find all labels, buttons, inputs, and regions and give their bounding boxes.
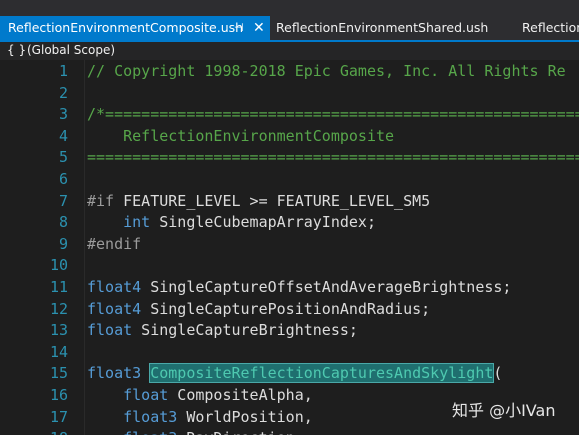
line-number: 14 xyxy=(49,342,68,361)
watermark-text: 知乎 @小IVan xyxy=(452,401,556,420)
highlighted-identifier: CompositeReflectionCapturesAndSkylight xyxy=(149,363,495,384)
code-token: SingleCapturePositionAndRadius; xyxy=(141,299,431,318)
code-line[interactable]: 15 float3 CompositeReflectionCapturesAndS… xyxy=(0,363,579,385)
code-text[interactable]: // Copyright 1998-2018 Epic Games, Inc. … xyxy=(87,61,566,83)
line-number: 9 xyxy=(58,234,68,253)
code-token: float4 xyxy=(87,278,142,296)
line-number: 4 xyxy=(58,126,68,145)
code-text[interactable]: float3 WorldPosition, xyxy=(87,407,313,429)
code-line[interactable]: 10 xyxy=(0,255,579,277)
code-token: int xyxy=(123,213,151,232)
line-number: 2 xyxy=(58,83,68,102)
code-token: FEATURE_LEVEL >= FEATURE_LEVEL_SM5 xyxy=(114,191,431,210)
code-token: float4 xyxy=(87,299,142,318)
code-text[interactable]: ReflectionEnvironmentComposite xyxy=(87,126,394,148)
code-token: SingleCaptureOffsetAndAverageBrightness; xyxy=(141,278,512,296)
pin-icon[interactable]: ⊣ xyxy=(234,16,244,40)
code-editor[interactable]: 1 // Copyright 1998-2018 Epic Games, Inc.… xyxy=(0,60,579,435)
code-text[interactable]: #if FEATURE_LEVEL >= FEATURE_LEVEL_SM5 xyxy=(87,191,430,213)
code-text[interactable]: float3 CompositeReflectionCapturesAndSky… xyxy=(87,363,502,385)
line-number: 6 xyxy=(58,170,68,188)
code-line[interactable]: 5 =======================================… xyxy=(0,147,579,169)
code-token: SingleCubemapArrayIndex; xyxy=(150,213,376,232)
scope-navigation-bar[interactable]: { } (Global Scope) xyxy=(0,42,579,60)
code-line[interactable]: 12 float4 SingleCapturePositionAndRadius; xyxy=(0,299,579,321)
code-token: ( xyxy=(493,364,503,383)
line-number: 3 xyxy=(58,105,68,124)
tab-label: ReflectionEnvironmentComposite.ush xyxy=(8,20,244,35)
code-text[interactable]: ========================================… xyxy=(87,147,579,169)
line-number: 5 xyxy=(58,148,68,167)
code-line[interactable]: 18 float3 RayDirection, xyxy=(0,428,579,435)
code-text[interactable]: float3 RayDirection, xyxy=(87,428,304,435)
code-text[interactable]: float SingleCaptureBrightness; xyxy=(87,320,358,342)
code-token: // Copyright 1998-2018 Epic Games, Inc. … xyxy=(87,62,566,80)
code-line[interactable]: 6 xyxy=(0,169,579,191)
line-number: 8 xyxy=(58,213,68,232)
tab-reflection-environment-shared[interactable]: ReflectionEnvironmentShared.ush xyxy=(276,16,488,40)
line-number: 7 xyxy=(58,191,68,210)
code-text[interactable]: #endif xyxy=(87,234,141,256)
code-text[interactable]: float4 SingleCapturePositionAndRadius; xyxy=(87,299,430,321)
scope-dropdown-label[interactable]: (Global Scope) xyxy=(27,42,115,59)
line-number: 12 xyxy=(49,299,68,318)
line-number: 1 xyxy=(58,62,68,80)
scope-braces-icon: { } xyxy=(7,43,27,57)
line-number: 13 xyxy=(49,321,68,340)
code-token: #if xyxy=(87,191,115,210)
code-token: float3 xyxy=(87,364,142,383)
code-token: #endif xyxy=(87,234,142,253)
code-line[interactable]: 8 int SingleCubemapArrayIndex; xyxy=(0,212,579,234)
code-line[interactable]: 14 xyxy=(0,342,579,364)
line-number: 10 xyxy=(49,256,68,275)
tab-reflection-environment-composite[interactable]: ReflectionEnvironmentComposite.ush ⊣ ✕ xyxy=(0,16,270,40)
line-number: 18 xyxy=(0,428,68,435)
code-text[interactable]: float4 SingleCaptureOffsetAndAverageBrig… xyxy=(87,277,511,299)
line-number: 17 xyxy=(49,407,68,426)
line-number: 16 xyxy=(49,386,68,404)
code-text[interactable]: float CompositeAlpha, xyxy=(87,385,313,407)
code-line[interactable]: 4 ReflectionEnvironmentComposite xyxy=(0,126,579,148)
code-token: float3 xyxy=(123,429,177,435)
code-token: float xyxy=(123,386,169,404)
code-token: ReflectionEnvironmentComposite xyxy=(87,126,395,145)
code-line[interactable]: 2 xyxy=(0,83,579,105)
code-token: ========================================… xyxy=(87,148,579,167)
code-token: CompositeAlpha, xyxy=(168,386,313,404)
code-line[interactable]: 9 #endif xyxy=(0,234,579,256)
code-token: RayDirection, xyxy=(177,429,303,435)
tab-label: Reflection xyxy=(522,20,579,35)
close-icon[interactable]: ✕ xyxy=(253,16,265,40)
code-token: /*======================================… xyxy=(87,105,579,124)
code-token: WorldPosition, xyxy=(177,407,313,426)
code-token: float3 xyxy=(123,407,178,426)
code-text[interactable]: int SingleCubemapArrayIndex; xyxy=(87,212,376,234)
code-line[interactable]: 11 float4 SingleCaptureOffsetAndAverageBr… xyxy=(0,277,579,299)
line-number: 15 xyxy=(49,364,68,383)
code-text[interactable]: /*======================================… xyxy=(87,104,579,126)
code-token: SingleCaptureBrightness; xyxy=(132,321,358,340)
tab-label: ReflectionEnvironmentShared.ush xyxy=(276,20,489,35)
code-line[interactable]: 13 float SingleCaptureBrightness; xyxy=(0,320,579,342)
code-line[interactable]: 7 #if FEATURE_LEVEL >= FEATURE_LEVEL_SM5 xyxy=(0,191,579,213)
code-line[interactable]: 3 /*=====================================… xyxy=(0,104,579,126)
code-line[interactable]: 1 // Copyright 1998-2018 Epic Games, Inc.… xyxy=(0,61,579,83)
window-top-strip xyxy=(0,0,579,16)
tab-reflection-overflow[interactable]: Reflection xyxy=(522,16,579,40)
document-tab-bar: ReflectionEnvironmentComposite.ush ⊣ ✕ R… xyxy=(0,16,579,40)
line-number: 11 xyxy=(49,278,68,296)
code-token: float xyxy=(87,321,133,340)
